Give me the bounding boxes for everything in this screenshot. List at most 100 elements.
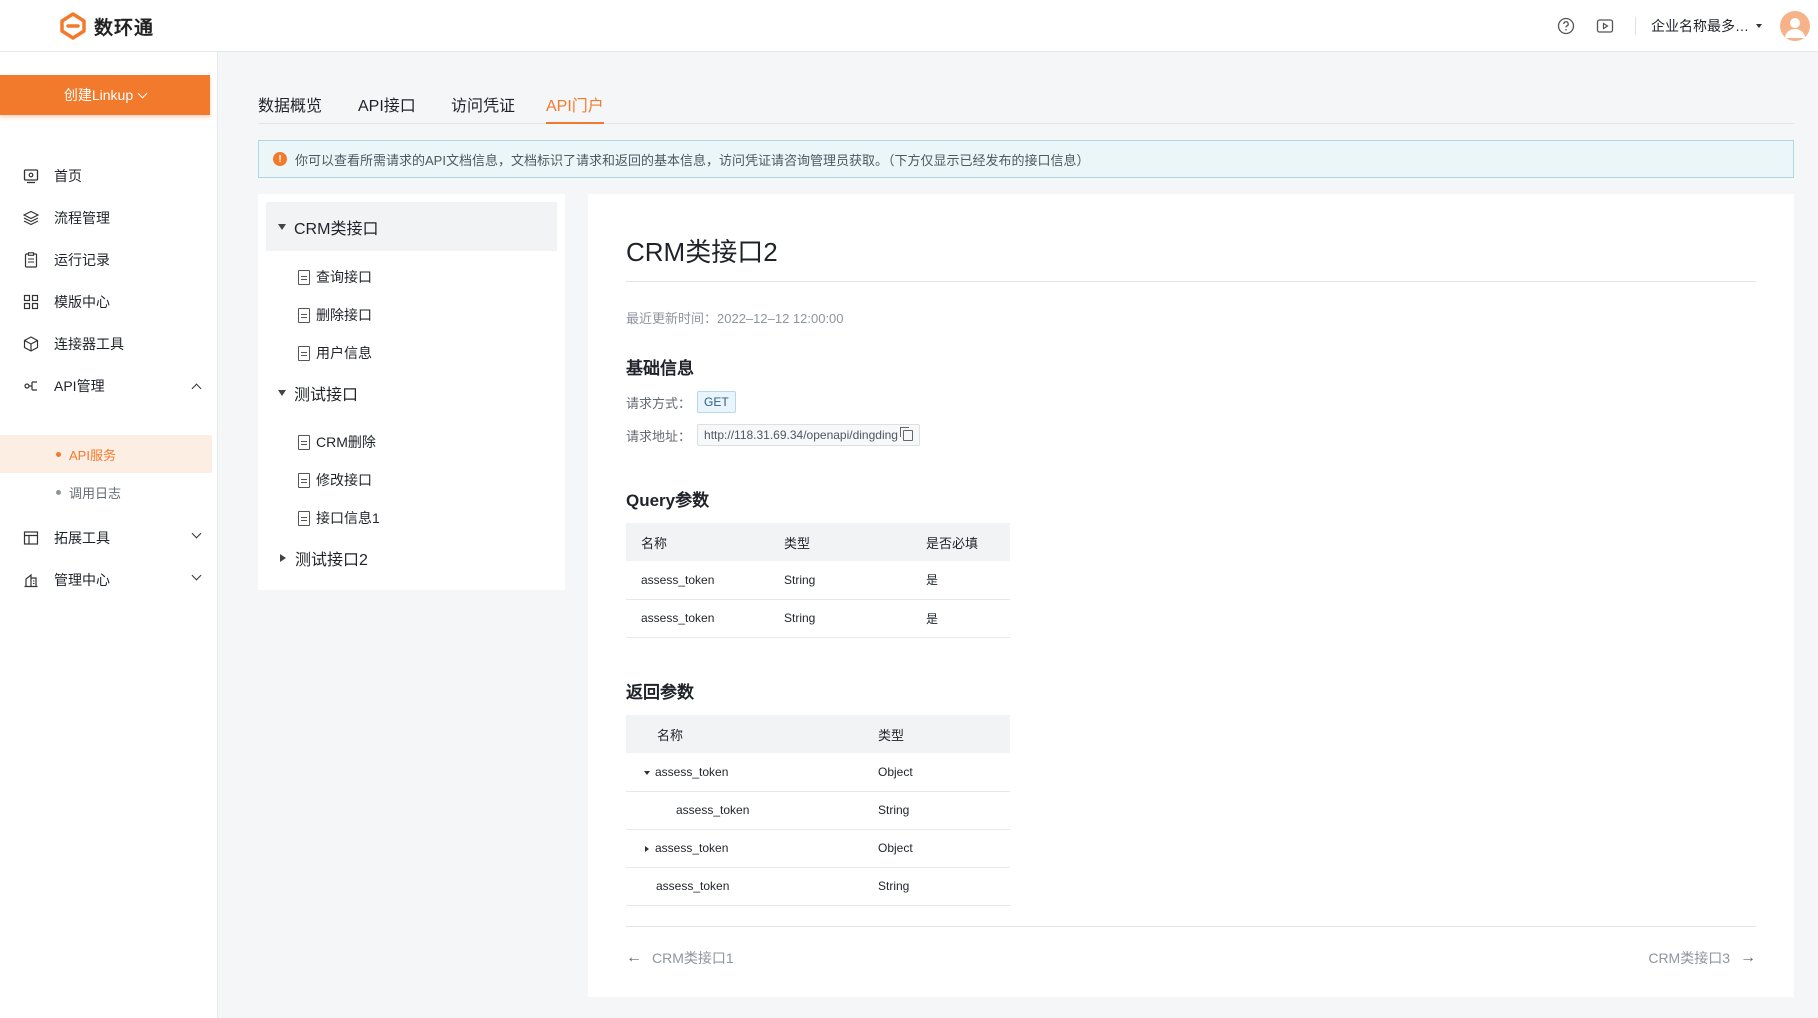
window-icon	[22, 529, 40, 547]
divider	[626, 926, 1756, 927]
sidebar-subitem-api-service[interactable]: API服务	[0, 435, 212, 473]
api-doc-panel: CRM类接口2 最近更新时间：2022–12–12 12:00:00 基础信息 …	[588, 194, 1794, 997]
bullet-icon	[56, 489, 61, 495]
tab-data-overview[interactable]: 数据概览	[258, 92, 322, 124]
sidebar-item-label: 拓展工具	[54, 530, 110, 546]
section-query-params: Query参数	[626, 491, 710, 510]
sidebar-subitem-call-log[interactable]: 调用日志	[0, 473, 212, 511]
logo[interactable]: 数环通	[60, 12, 154, 40]
table-row: assess_token String 是	[626, 599, 1010, 638]
create-linkup-label: 创建Linkup	[63, 87, 134, 103]
prev-link[interactable]: ← CRM类接口1	[626, 948, 734, 968]
tree-group-crm[interactable]: CRM类接口	[266, 202, 557, 251]
sidebar-item-admin[interactable]: 管理中心	[0, 560, 218, 600]
param-required: 是	[926, 561, 1010, 600]
param-type: String	[784, 599, 926, 638]
last-updated: 最近更新时间：2022–12–12 12:00:00	[626, 311, 844, 326]
help-icon[interactable]	[1557, 17, 1575, 35]
tree-group-label: 测试接口2	[295, 551, 368, 569]
copy-icon[interactable]	[899, 426, 913, 441]
tree-leaf[interactable]: 查询接口	[298, 258, 372, 296]
sidebar-item-connectors[interactable]: 连接器工具	[0, 324, 218, 364]
column-header: 名称	[626, 523, 784, 561]
method-badge: GET	[697, 391, 736, 413]
next-link-label: CRM类接口3	[1648, 950, 1730, 966]
request-url: http://118.31.69.34/openapi/dingding	[704, 428, 898, 442]
next-link[interactable]: CRM类接口3 →	[1648, 948, 1756, 968]
tree-leaf-label: 接口信息1	[316, 510, 380, 526]
sidebar-item-records[interactable]: 运行记录	[0, 240, 218, 280]
tab-api-portal[interactable]: API门户	[546, 92, 604, 124]
logo-text: 数环通	[94, 17, 155, 39]
clipboard-icon	[22, 251, 40, 269]
chevron-up-icon	[191, 383, 202, 394]
request-method-row: 请求方式： GET	[626, 391, 736, 413]
create-linkup-button[interactable]: 创建Linkup	[0, 75, 210, 115]
sidebar-item-label: API管理	[54, 378, 105, 394]
document-icon	[298, 472, 310, 488]
column-header: 是否必填	[926, 523, 1010, 561]
caret-down-icon	[278, 223, 286, 230]
info-alert: ! 你可以查看所需请求的API文档信息，文档标识了请求和返回的基本信息，访问凭证…	[258, 140, 1794, 178]
param-name: assess_token	[655, 841, 729, 855]
document-icon	[298, 345, 310, 361]
section-basic-info: 基础信息	[626, 359, 694, 378]
query-params-table: 名称 类型 是否必填 assess_token String 是 assess_…	[626, 523, 1010, 638]
layers-icon	[22, 209, 40, 227]
tree-group-test2[interactable]: 测试接口2	[266, 533, 557, 582]
caret-down-icon	[278, 389, 286, 396]
tree-group-label: CRM类接口	[294, 220, 379, 238]
param-required: 是	[926, 599, 1010, 638]
tab-api-interfaces[interactable]: API接口	[358, 92, 416, 124]
table-row: assess_token String 是	[626, 561, 1010, 600]
tree-leaf[interactable]: 用户信息	[298, 334, 372, 372]
video-icon[interactable]	[1596, 17, 1614, 35]
table-row[interactable]: assess_token Object	[626, 829, 1010, 868]
sidebar-item-label: 流程管理	[54, 210, 110, 226]
param-name: assess_token	[626, 791, 878, 830]
tree-group-test[interactable]: 测试接口	[266, 368, 557, 417]
column-header: 类型	[878, 715, 1010, 753]
request-url-label: 请求地址：	[626, 428, 692, 444]
sidebar-item-extensions[interactable]: 拓展工具	[0, 518, 218, 558]
divider	[626, 281, 1756, 282]
top-header: 数环通 企业名称最多…	[0, 0, 1818, 52]
tab-access-credentials[interactable]: 访问凭证	[451, 92, 515, 124]
api-icon	[22, 377, 40, 395]
warning-icon: !	[273, 152, 287, 166]
caret-right-icon	[280, 553, 286, 562]
param-name-cell: assess_token	[626, 829, 878, 868]
company-name: 企业名称最多…	[1651, 18, 1749, 34]
tree-leaf[interactable]: 接口信息1	[298, 499, 380, 537]
param-name-cell: assess_token	[626, 753, 878, 792]
table-row[interactable]: assess_token Object	[626, 753, 1010, 792]
sidebar-item-label: 模版中心	[54, 294, 110, 310]
column-header: 名称	[626, 715, 878, 753]
sidebar-item-templates[interactable]: 模版中心	[0, 282, 218, 322]
tab-bar: 数据概览 API接口 访问凭证 API门户	[258, 82, 1794, 124]
caret-down-icon[interactable]	[644, 770, 650, 775]
monitor-icon	[22, 167, 40, 185]
section-return-params: 返回参数	[626, 683, 694, 702]
document-icon	[298, 434, 310, 450]
caret-down-icon	[1756, 24, 1762, 28]
param-name: assess_token	[626, 867, 878, 906]
tree-leaf-label: CRM删除	[316, 434, 376, 450]
company-switcher[interactable]: 企业名称最多…	[1651, 16, 1762, 36]
param-type: String	[878, 791, 1010, 830]
sidebar: 创建Linkup 首页 流程管理 运行记录 模版中心 连接器工具 API管理 A…	[0, 52, 218, 1018]
tree-leaf[interactable]: CRM删除	[298, 423, 376, 461]
document-icon	[298, 307, 310, 323]
sidebar-item-flow[interactable]: 流程管理	[0, 198, 218, 238]
tree-leaf[interactable]: 修改接口	[298, 461, 372, 499]
grid-icon	[22, 293, 40, 311]
sidebar-item-label: 连接器工具	[54, 336, 124, 352]
sidebar-item-api[interactable]: API管理	[0, 366, 218, 406]
avatar[interactable]	[1780, 11, 1810, 41]
sidebar-item-home[interactable]: 首页	[0, 156, 218, 196]
caret-right-icon[interactable]	[645, 845, 649, 852]
prev-link-label: CRM类接口1	[652, 950, 734, 966]
tree-leaf[interactable]: 删除接口	[298, 296, 372, 334]
table-row: assess_token String	[626, 867, 1010, 906]
sidebar-item-label: 首页	[54, 168, 82, 184]
